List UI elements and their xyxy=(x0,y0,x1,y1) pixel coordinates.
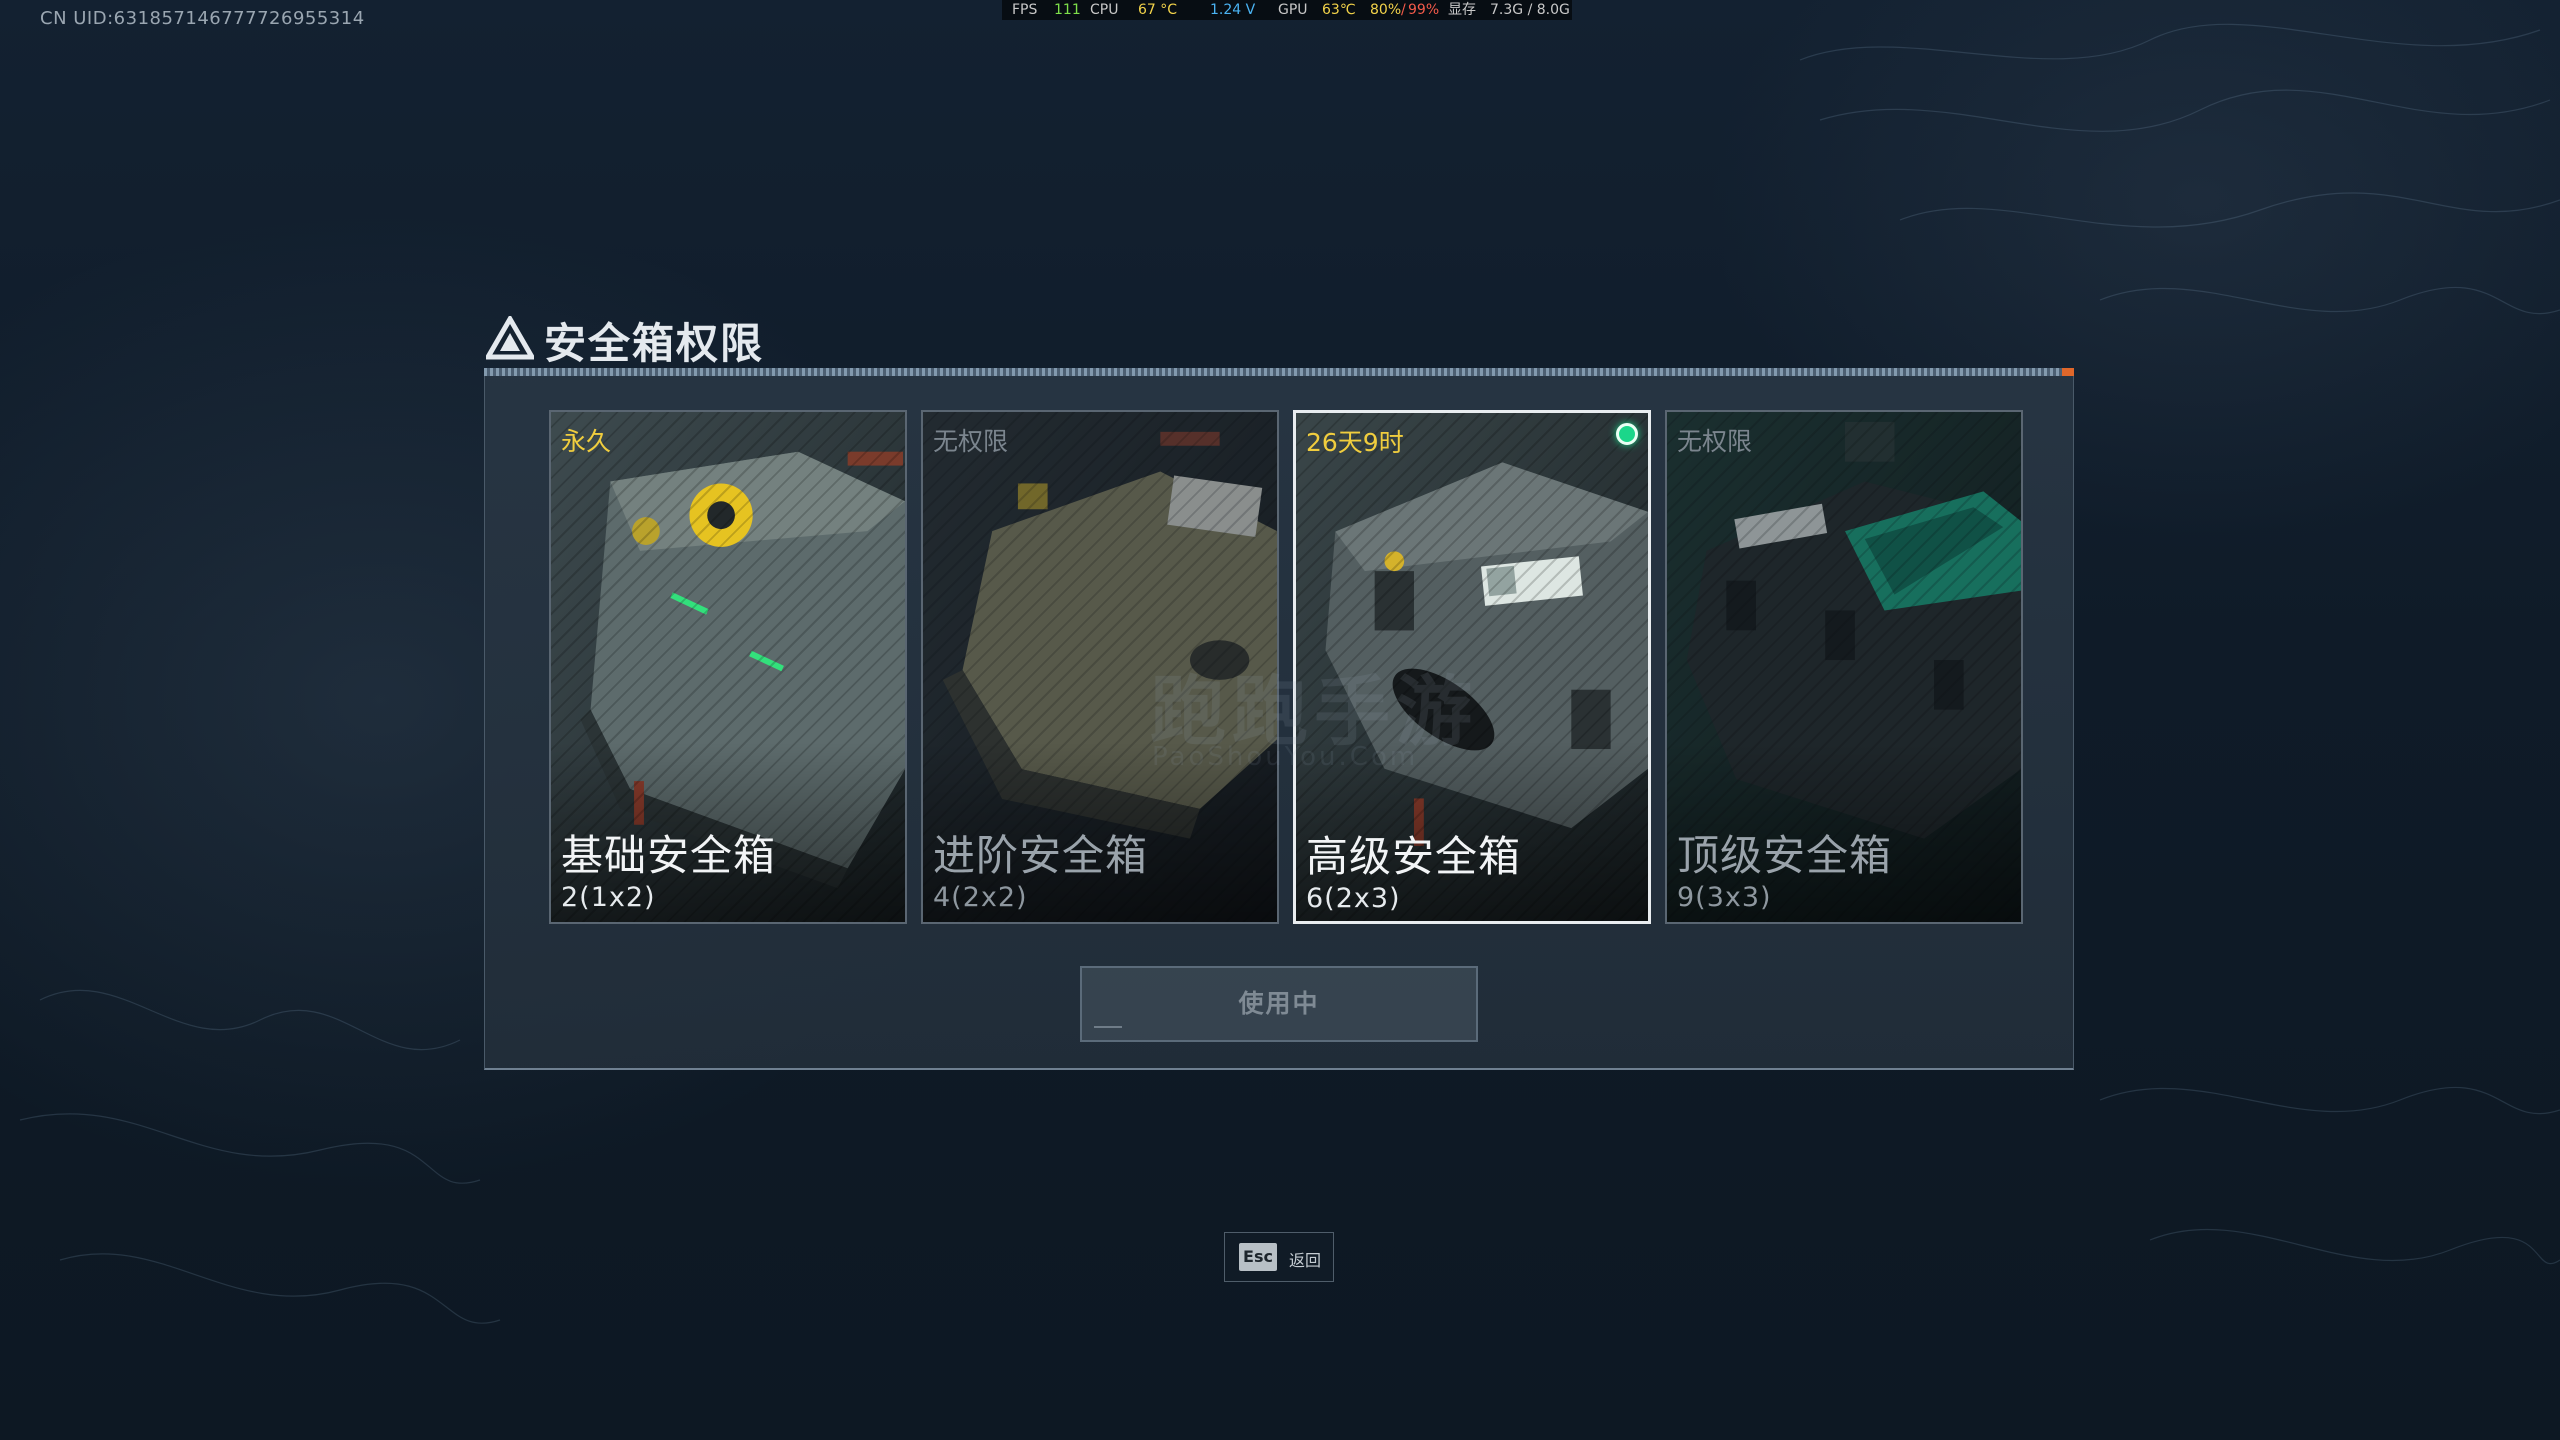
card-top-safe-box[interactable]: 无权限 顶级安全箱 9(3x3) xyxy=(1665,410,2023,924)
vram-label: 显存 xyxy=(1448,2,1476,18)
cpu-voltage: 1.24 V xyxy=(1210,2,1256,18)
card-name: 基础安全箱 xyxy=(561,831,777,880)
gpu-temp: 63℃ xyxy=(1322,2,1356,18)
card-capacity: 2(1x2) xyxy=(561,882,656,913)
in-use-button-label: 使用中 xyxy=(1238,989,1320,1018)
esc-key-icon: Esc xyxy=(1239,1243,1277,1271)
button-corner-tick xyxy=(1094,1026,1122,1028)
gpu-usage-sep: / xyxy=(1401,2,1406,18)
card-basic-safe-box[interactable]: 永久 基础安全箱 2(1x2) xyxy=(549,410,907,924)
gpu-usage-a: 80% xyxy=(1370,2,1402,18)
triangle-logo-icon xyxy=(486,316,534,360)
active-indicator-icon xyxy=(1616,423,1638,445)
page-title: 安全箱权限 xyxy=(544,319,765,368)
back-button[interactable]: Esc 返回 xyxy=(1224,1232,1334,1282)
gpu-usage-b: 99% xyxy=(1408,2,1440,18)
card-name: 高级安全箱 xyxy=(1306,832,1522,881)
card-capacity: 9(3x3) xyxy=(1677,882,1772,913)
card-advanced-safe-box[interactable]: 无权限 进阶安全箱 4(2x2) xyxy=(921,410,1279,924)
fps-value: 111 xyxy=(1054,2,1081,18)
gpu-label: GPU xyxy=(1278,2,1308,18)
player-uid: CN UID:631857146777726955314 xyxy=(40,8,365,29)
card-name: 进阶安全箱 xyxy=(933,831,1149,880)
header-divider xyxy=(484,368,2074,376)
card-status: 无权限 xyxy=(1677,427,1753,456)
back-label: 返回 xyxy=(1289,1251,1322,1270)
cpu-temp: 67 °C xyxy=(1138,2,1178,18)
card-capacity: 6(2x3) xyxy=(1306,883,1401,914)
performance-overlay: FPS 111 CPU 67 °C 1.24 V GPU 63℃ 80% / 9… xyxy=(1002,0,1572,20)
fps-label: FPS xyxy=(1012,2,1038,18)
card-name: 顶级安全箱 xyxy=(1677,831,1893,880)
vram-value: 7.3G / 8.0G xyxy=(1490,2,1570,18)
card-status: 无权限 xyxy=(933,427,1009,456)
in-use-button[interactable]: 使用中 xyxy=(1080,966,1478,1042)
cpu-label: CPU xyxy=(1090,2,1119,18)
card-status: 永久 xyxy=(561,427,612,456)
header-divider-cap xyxy=(2062,368,2074,376)
card-premium-safe-box[interactable]: 26天9时 高级安全箱 6(2x3) xyxy=(1293,410,1651,924)
card-capacity: 4(2x2) xyxy=(933,882,1028,913)
card-status: 26天9时 xyxy=(1306,428,1404,457)
